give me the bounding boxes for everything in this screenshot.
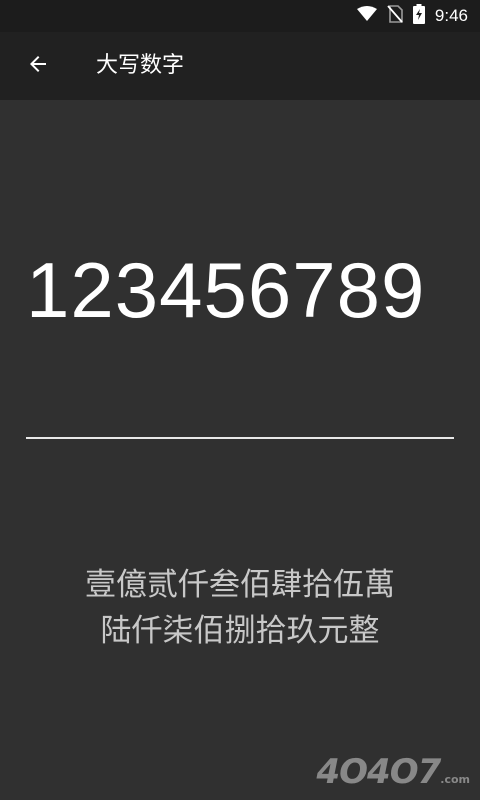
app-bar: 大写数字 <box>0 32 480 100</box>
watermark-text: 4O4O7 <box>316 752 442 792</box>
page-title: 大写数字 <box>96 53 185 78</box>
arrow-back-icon <box>26 52 50 80</box>
result-line-1: 壹億贰仟叁佰肆拾伍萬 <box>85 567 395 603</box>
wifi-icon <box>356 6 377 26</box>
battery-charging-icon <box>412 4 425 28</box>
uppercase-result: 壹億贰仟叁佰肆拾伍萬 陆仟柒佰捌拾玖元整 <box>0 562 480 654</box>
status-icons: 9:46 <box>356 0 468 32</box>
result-line-2: 陆仟柒佰捌拾玖元整 <box>100 613 380 649</box>
no-sim-icon <box>387 5 403 27</box>
status-time: 9:46 <box>434 6 468 25</box>
input-underline <box>26 437 454 439</box>
watermark-suffix: .com <box>440 773 470 786</box>
number-input[interactable]: 123456789 <box>26 240 456 340</box>
watermark-logo: 4O4O7.com <box>317 752 471 792</box>
back-button[interactable] <box>14 42 62 90</box>
status-bar: 9:46 <box>0 0 480 32</box>
